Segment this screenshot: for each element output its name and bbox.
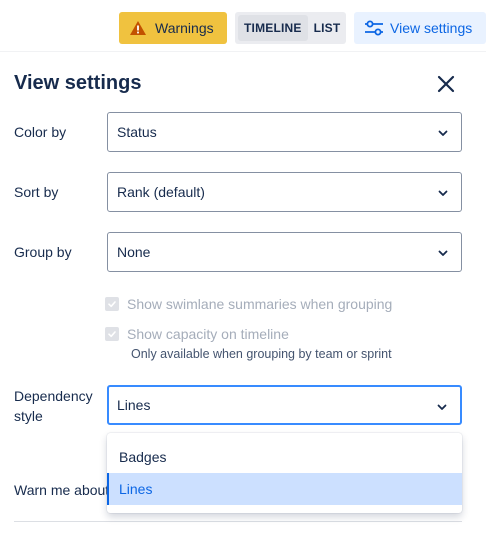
chevron-down-icon [438, 250, 448, 256]
warning-icon [130, 21, 146, 35]
toolbar-divider [0, 51, 486, 52]
show-capacity-checkbox[interactable] [105, 327, 119, 341]
checkmark-icon [108, 301, 116, 308]
group-by-value: None [117, 244, 151, 260]
dependency-style-label: Dependency style [14, 386, 93, 426]
view-settings-label: View settings [390, 20, 473, 36]
sort-by-value: Rank (default) [117, 184, 205, 200]
section-divider [14, 521, 462, 522]
dependency-style-label-line1: Dependency [14, 388, 93, 404]
group-by-select[interactable]: None [107, 232, 462, 272]
close-icon[interactable] [434, 72, 458, 96]
show-capacity-row: Show capacity on timeline [105, 326, 289, 342]
show-capacity-label: Show capacity on timeline [127, 326, 289, 342]
color-by-label: Color by [14, 124, 67, 140]
warn-me-label: Warn me about [14, 482, 107, 498]
dependency-style-label-line2: style [14, 408, 43, 424]
dependency-style-select[interactable]: Lines [107, 385, 462, 425]
swimlane-summaries-label: Show swimlane summaries when grouping [127, 296, 393, 312]
checkmark-icon [108, 331, 116, 338]
panel-title: View settings [14, 72, 142, 94]
sort-by-label: Sort by [14, 184, 59, 200]
color-by-select[interactable]: Status [107, 112, 462, 152]
warnings-label: Warnings [155, 20, 214, 36]
sliders-icon [365, 20, 383, 36]
capacity-hint: Only available when grouping by team or … [131, 347, 392, 361]
dependency-option-badges[interactable]: Badges [107, 441, 462, 473]
warnings-button[interactable]: Warnings [119, 12, 227, 44]
top-toolbar: Warnings TIMELINE LIST View settings [0, 0, 486, 56]
dependency-option-lines[interactable]: Lines [107, 473, 462, 505]
group-by-label: Group by [14, 244, 72, 260]
timeline-toggle-option[interactable]: TIMELINE [238, 15, 308, 41]
chevron-down-icon [438, 190, 448, 196]
dependency-style-value: Lines [117, 397, 151, 413]
view-mode-toggle: TIMELINE LIST [235, 12, 346, 44]
color-by-value: Status [117, 124, 157, 140]
view-settings-button[interactable]: View settings [354, 12, 486, 44]
swimlane-summaries-row: Show swimlane summaries when grouping [105, 296, 392, 312]
swimlane-summaries-checkbox[interactable] [105, 297, 119, 311]
chevron-down-icon [437, 404, 447, 410]
dependency-style-menu: Badges Lines [107, 433, 462, 513]
chevron-down-icon [438, 130, 448, 136]
list-toggle-option[interactable]: LIST [308, 15, 347, 41]
sort-by-select[interactable]: Rank (default) [107, 172, 462, 212]
